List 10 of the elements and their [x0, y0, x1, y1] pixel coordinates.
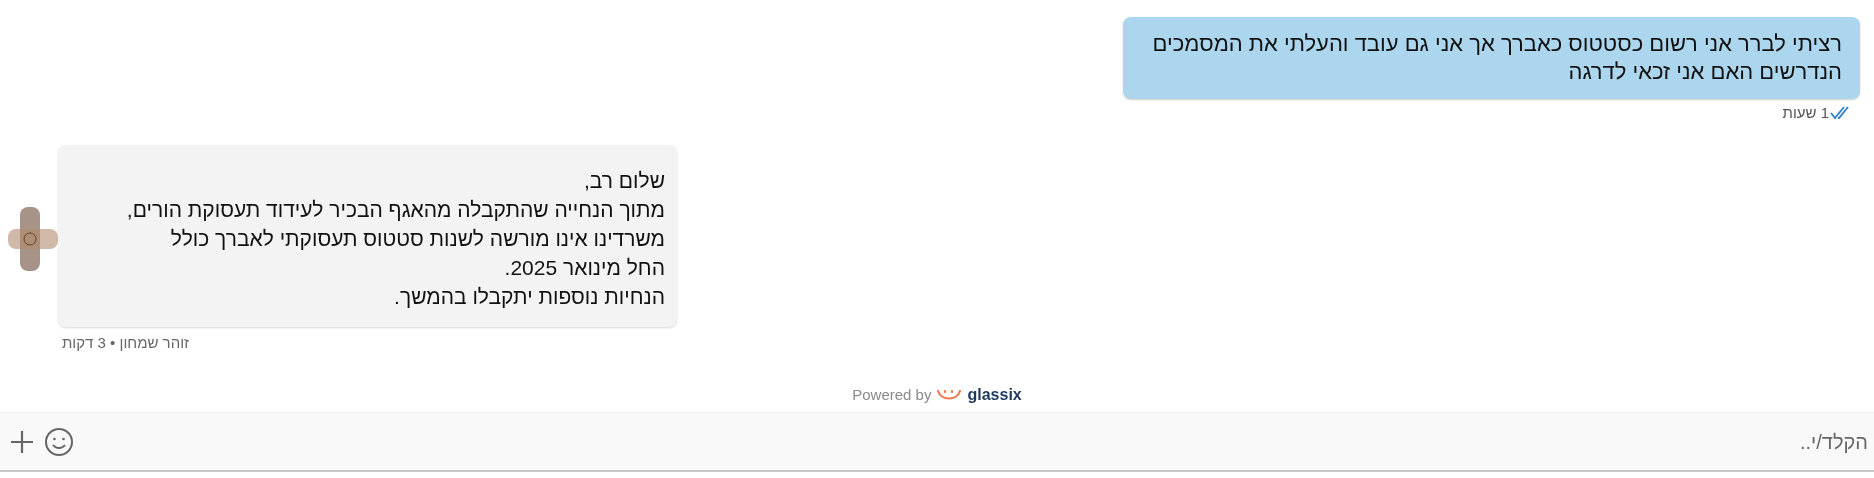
message-text: רציתי לברר אני רשום כסטטוס כאברך אך אני גם עובד והעלתי את המסמכים הנדרשים האם אני זכאי לדרגה [1152, 30, 1842, 86]
brand-name[interactable]: glassix [967, 383, 1022, 407]
smile-logo-icon [936, 388, 963, 402]
cross-icon [8, 207, 58, 272]
emoji-icon[interactable] [44, 426, 74, 457]
add-icon[interactable] [10, 429, 34, 454]
powered-by-text: Powered by [852, 384, 932, 405]
message-meta: זוהר שמחון • 3 דקות [61, 332, 189, 353]
message-time: 1 שעות [1782, 103, 1829, 123]
message-text: שלום רב, מתוך הנחייה שהתקבלה מהאגף הבכיר לעידוד תעסוקת הורים, משרדינו אינו מורשה לשנות סטטוס תעסוקתי לאברך כולל החל מינואר 2025. הנחיות נוספות יתקבלו בהמשך. [125, 167, 665, 310]
